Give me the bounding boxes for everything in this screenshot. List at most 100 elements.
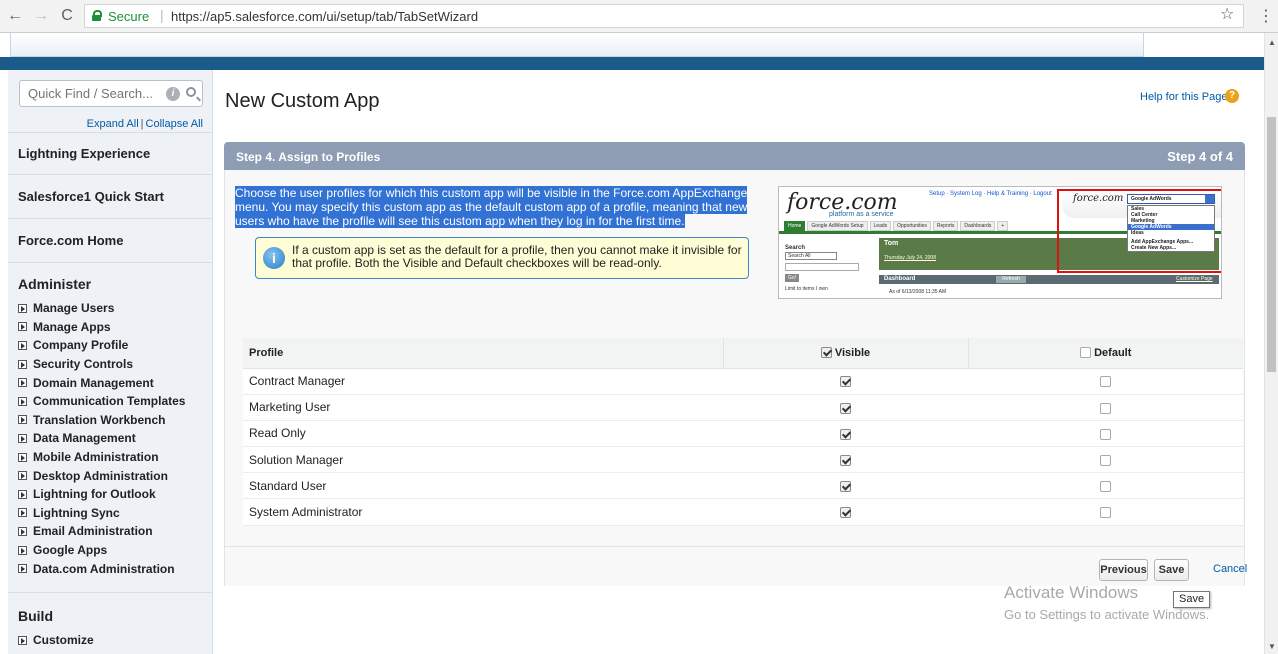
profiles-table: Profile Visible Default Contract Manager… <box>243 338 1243 526</box>
default-checkbox[interactable] <box>1100 454 1111 466</box>
illu-search-scope: Search All <box>785 252 837 260</box>
visible-cell <box>723 498 968 526</box>
sidebar-item-customize[interactable]: Customize <box>18 631 94 650</box>
reload-icon[interactable]: C <box>58 6 76 26</box>
sidebar-item-label: Company Profile <box>33 338 129 353</box>
expand-all-link[interactable]: Expand All <box>87 118 139 130</box>
expand-arrow-icon[interactable] <box>18 635 27 645</box>
sidebar-item-label: Data.com Administration <box>33 561 175 576</box>
expand-arrow-icon[interactable] <box>18 526 27 536</box>
scroll-thumb[interactable] <box>1267 117 1276 372</box>
visible-cell <box>723 446 968 474</box>
visible-checkbox[interactable] <box>840 454 851 466</box>
default-checkbox[interactable] <box>1100 402 1111 414</box>
sidebar-item-translation-workbench[interactable]: Translation Workbench <box>18 411 185 430</box>
illu-tab: Google AdWords Setup <box>807 221 868 231</box>
sidebar-item-company-profile[interactable]: Company Profile <box>18 336 185 355</box>
column-header-profile: Profile <box>243 338 723 369</box>
visible-cell <box>723 394 968 421</box>
sidebar-item-security-controls[interactable]: Security Controls <box>18 355 185 374</box>
sidebar-item-lightning-sync[interactable]: Lightning Sync <box>18 504 185 523</box>
bookmark-star-icon[interactable]: ☆ <box>1220 4 1234 24</box>
expand-arrow-icon[interactable] <box>18 322 27 332</box>
expand-arrow-icon[interactable] <box>18 340 27 350</box>
illu-go-button: Go! <box>785 274 799 282</box>
visible-checkbox[interactable] <box>840 402 851 414</box>
sidebar-item-email-administration[interactable]: Email Administration <box>18 522 185 541</box>
sidebar-item-label: Lightning Sync <box>33 505 120 520</box>
sidebar-item-manage-users[interactable]: Manage Users <box>18 299 185 318</box>
back-icon[interactable]: ← <box>6 6 24 26</box>
step-header: Step 4. Assign to Profiles Step 4 of 4 <box>224 142 1245 170</box>
visible-checkbox[interactable] <box>840 428 851 440</box>
note-text: If a custom app is set as the default fo… <box>292 243 742 270</box>
help-link[interactable]: Help for this Page <box>1140 91 1227 103</box>
sidebar-item-lightning-experience[interactable]: Lightning Experience <box>8 132 213 174</box>
table-row: Standard User <box>243 472 1243 500</box>
sidebar-item-google-apps[interactable]: Google Apps <box>18 541 185 560</box>
browser-menu-icon[interactable]: ⋮ <box>1258 6 1274 26</box>
forward-icon[interactable]: → <box>32 6 50 26</box>
expand-arrow-icon[interactable] <box>18 564 27 574</box>
app-menu-illustration: force.com platform as a service Setup · … <box>778 186 1222 299</box>
expand-arrow-icon[interactable] <box>18 415 27 425</box>
default-checkbox[interactable] <box>1100 507 1111 519</box>
sidebar-item-label: Mobile Administration <box>33 450 159 465</box>
wizard-buttons: Previous Save Cancel <box>225 546 1247 586</box>
previous-button[interactable]: Previous <box>1099 559 1148 581</box>
default-cell <box>968 420 1243 448</box>
expand-arrow-icon[interactable] <box>18 359 27 369</box>
sidebar-section-build: Build <box>8 592 213 636</box>
expand-arrow-icon[interactable] <box>18 452 27 462</box>
sidebar-item-data-com-administration[interactable]: Data.com Administration <box>18 559 185 578</box>
table-row: Marketing User <box>243 394 1243 421</box>
visible-cell <box>723 368 968 395</box>
visible-checkbox[interactable] <box>840 481 851 493</box>
quick-find-input[interactable] <box>20 81 160 106</box>
sidebar-item-mobile-administration[interactable]: Mobile Administration <box>18 448 185 467</box>
url-text[interactable]: https://ap5.salesforce.com/ui/setup/tab/… <box>171 9 478 24</box>
sidebar-item-salesforce1-quick-start[interactable]: Salesforce1 Quick Start <box>8 174 213 218</box>
sidebar-item-domain-management[interactable]: Domain Management <box>18 373 185 392</box>
build-links: Customize <box>18 631 94 650</box>
default-all-checkbox[interactable] <box>1080 347 1092 359</box>
expand-arrow-icon[interactable] <box>18 471 27 481</box>
expand-arrow-icon[interactable] <box>18 396 27 406</box>
page-scrollbar[interactable]: ▲ ▼ <box>1264 33 1278 654</box>
collapse-all-link[interactable]: Collapse All <box>146 118 203 130</box>
scroll-down-icon[interactable]: ▼ <box>1268 642 1276 651</box>
visible-checkbox[interactable] <box>840 376 851 388</box>
visible-all-checkbox[interactable] <box>820 347 832 359</box>
table-row: System Administrator <box>243 498 1243 526</box>
default-checkbox[interactable] <box>1100 376 1111 388</box>
expand-arrow-icon[interactable] <box>18 378 27 388</box>
sidebar-item-desktop-administration[interactable]: Desktop Administration <box>18 466 185 485</box>
sidebar-item-force-com-home[interactable]: Force.com Home <box>8 218 213 262</box>
sidebar-item-manage-apps[interactable]: Manage Apps <box>18 318 185 337</box>
expand-arrow-icon[interactable] <box>18 489 27 499</box>
expand-arrow-icon[interactable] <box>18 303 27 313</box>
save-button[interactable]: Save <box>1154 559 1189 581</box>
sidebar-item-label: Security Controls <box>33 357 134 372</box>
scroll-up-icon[interactable]: ▲ <box>1268 38 1276 47</box>
sidebar-item-communication-templates[interactable]: Communication Templates <box>18 392 185 411</box>
cancel-link[interactable]: Cancel <box>1213 563 1247 575</box>
default-cell <box>968 472 1243 500</box>
expand-arrow-icon[interactable] <box>18 508 27 518</box>
step-title: Step 4. Assign to Profiles <box>236 150 381 164</box>
search-icon[interactable] <box>186 87 196 97</box>
info-icon[interactable]: i <box>166 87 180 101</box>
sidebar-item-lightning-for-outlook[interactable]: Lightning for Outlook <box>18 485 185 504</box>
visible-checkbox[interactable] <box>840 507 851 519</box>
visible-cell <box>723 472 968 500</box>
profile-name: Solution Manager <box>243 446 723 474</box>
sidebar-item-data-management[interactable]: Data Management <box>18 429 185 448</box>
help-icon[interactable]: ? <box>1225 89 1239 103</box>
address-bar[interactable]: Secure | https://ap5.salesforce.com/ui/s… <box>84 4 1244 28</box>
expand-arrow-icon[interactable] <box>18 433 27 443</box>
default-cell <box>968 368 1243 395</box>
expand-arrow-icon[interactable] <box>18 545 27 555</box>
default-checkbox[interactable] <box>1100 428 1111 440</box>
setup-sidebar: i Expand All|Collapse All Lightning Expe… <box>8 70 213 654</box>
default-checkbox[interactable] <box>1100 481 1111 493</box>
